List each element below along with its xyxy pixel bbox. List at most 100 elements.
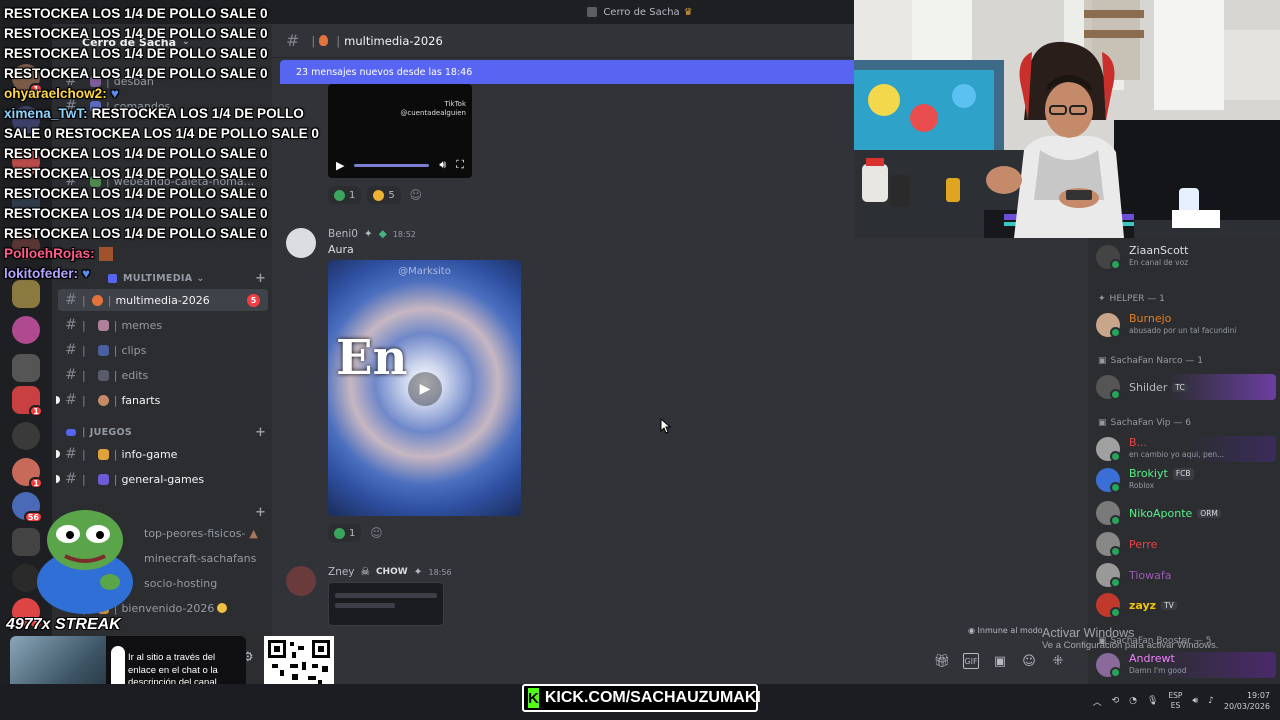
gamepad-icon	[97, 473, 109, 485]
reaction-emoji-icon	[373, 189, 385, 201]
avatar	[1096, 313, 1121, 338]
reaction[interactable]: 1	[328, 186, 362, 204]
gif-icon[interactable]: GIF	[963, 653, 979, 669]
reaction-emoji-icon	[334, 189, 345, 201]
member-item[interactable]: Shilder TC	[1096, 374, 1276, 400]
hash-icon: #	[65, 367, 77, 383]
stream-chat-line: RESTOCKEA LOS 1/4 DE POLLO SALE 0	[4, 26, 268, 41]
add-channel-icon[interactable]: +	[255, 505, 266, 520]
avatar	[1096, 437, 1121, 462]
volume-icon[interactable]: 🔊︎	[1192, 696, 1198, 706]
server-icon	[587, 7, 598, 17]
clock[interactable]: 19:07 20/03/2026	[1224, 690, 1270, 712]
channel-fanarts[interactable]: # | | fanarts	[56, 389, 268, 411]
server-icon[interactable]: 1	[12, 386, 43, 417]
play-icon[interactable]: ▶	[336, 159, 344, 172]
server-icon[interactable]: 1	[12, 458, 43, 489]
member-item[interactable]: NikoAponte ORM	[1096, 500, 1276, 526]
unread-badge: 5	[247, 293, 260, 307]
sticker-icon[interactable]: ▣	[992, 653, 1008, 669]
window-title: Cerro de Sacha	[603, 6, 680, 18]
message-text: Aura	[328, 243, 354, 256]
channel-memes[interactable]: # | | memes	[58, 314, 268, 336]
role-icon: ▣	[1098, 418, 1107, 428]
reaction[interactable]: 1	[328, 524, 362, 542]
volume-icon[interactable]: 🔊︎	[439, 158, 446, 172]
fullscreen-icon[interactable]: ⛶	[456, 158, 464, 172]
category-juegos[interactable]: | JUEGOS +	[62, 424, 266, 440]
webcam-overlay	[854, 0, 1280, 238]
emoji-icon[interactable]: ☺	[1021, 653, 1037, 669]
hash-icon: #	[65, 392, 77, 408]
pepe-emote-icon	[37, 510, 133, 614]
screenshot-embed[interactable]	[328, 582, 444, 626]
system-tray: ︿ ⟲ ◔ 🎙︎ ESP ES 🔊︎ ♪ 19:07 20/03/2026	[1093, 690, 1270, 712]
member-item[interactable]: Burnejo abusado por un tal facundini	[1096, 312, 1276, 338]
microphone-icon[interactable]: 🎙︎	[1147, 696, 1158, 706]
member-item[interactable]: Andrewt Damn I'm good	[1096, 652, 1276, 678]
windows-activation-watermark: Activar Windows Ve a Configuración para …	[1042, 626, 1219, 651]
avatar	[1096, 375, 1121, 400]
author-name[interactable]: Beni0	[328, 228, 358, 240]
poop-icon: ▲	[249, 526, 258, 540]
wifi-icon[interactable]: ◔	[1129, 696, 1137, 706]
channel-edits[interactable]: # | | edits	[58, 364, 268, 386]
shield-icon: ◉	[968, 626, 978, 635]
hash-icon: #	[65, 342, 77, 358]
avatar	[1096, 563, 1121, 588]
play-icon[interactable]: ▶	[408, 372, 442, 406]
reaction[interactable]: 5	[367, 186, 401, 204]
member-item[interactable]: Tiowafa	[1096, 562, 1276, 588]
volume-slider[interactable]	[354, 163, 430, 167]
role-icon: ◆	[378, 228, 387, 240]
author-name[interactable]: Zney	[328, 566, 355, 578]
member-item[interactable]: Brokiyt FCB Roblox	[1096, 467, 1276, 493]
server-icon[interactable]	[12, 316, 40, 344]
skull-icon: ☠	[360, 566, 370, 578]
server-icon[interactable]	[12, 354, 40, 382]
channel-emoji-icon	[97, 319, 109, 331]
speaker-icon[interactable]: ♪	[1208, 696, 1214, 706]
server-icon[interactable]	[12, 422, 40, 450]
chevron-up-icon[interactable]: ︿	[1093, 695, 1102, 708]
badge-icon: ✦	[363, 228, 373, 240]
timestamp: 18:56	[428, 567, 452, 577]
video-embed[interactable]: TikTok @cuentadealguien ▶ 🔊︎ ⛶	[328, 84, 472, 178]
channel-multimedia-2026[interactable]: # | | multimedia-2026 5	[58, 289, 268, 311]
immune-notice: ◉ Inmune al modo	[968, 626, 1043, 635]
member-list: ZiaanScott En canal de voz ✦ HELPER — 1 B…	[1088, 236, 1280, 684]
member-item[interactable]: ZiaanScott En canal de voz	[1096, 244, 1276, 270]
network-icon[interactable]: ⟲	[1112, 696, 1120, 706]
stream-chat-line: lokitofeder: ♥	[4, 266, 91, 281]
add-reaction-icon[interactable]: ☺	[407, 186, 425, 204]
hash-icon: #	[65, 446, 77, 462]
stream-chat-line: RESTOCKEA LOS 1/4 DE POLLO SALE 0	[4, 146, 268, 161]
member-item[interactable]: B... en cambio yo aqui, pen...	[1096, 436, 1276, 462]
hash-icon: #	[65, 471, 77, 487]
gamepad-icon	[66, 428, 76, 436]
channel-general-games[interactable]: # | | general-games	[56, 468, 268, 490]
stream-chat-line: ohyaraelchow2: ♥	[4, 86, 119, 101]
server-icon[interactable]	[12, 280, 40, 308]
stream-chat-overlay: RESTOCKEA LOS 1/4 DE POLLO SALE 0 RESTOC…	[4, 4, 319, 284]
guild-tag: CHOW	[375, 567, 408, 577]
avatar	[1096, 593, 1121, 618]
gift-icon[interactable]: 🎁︎	[934, 653, 951, 669]
avatar[interactable]	[286, 566, 316, 596]
add-channel-icon[interactable]: +	[255, 425, 266, 440]
language-indicator[interactable]: ESP ES	[1168, 691, 1182, 711]
stream-chat-line: RESTOCKEA LOS 1/4 DE POLLO SALE 0	[4, 166, 268, 181]
fire-icon	[319, 35, 329, 46]
image-embed[interactable]: @Marksito En ▶	[328, 260, 521, 516]
stream-chat-line: RESTOCKEA LOS 1/4 DE POLLO SALE 0	[4, 66, 268, 81]
member-item[interactable]: Perre	[1096, 531, 1276, 557]
channel-info-game[interactable]: # | | info-game	[56, 443, 268, 465]
apps-icon[interactable]: ⁜	[1050, 653, 1066, 669]
avatar	[1096, 501, 1121, 526]
add-reaction-icon[interactable]: ☺	[367, 524, 385, 542]
star-icon: ✦	[1098, 294, 1106, 304]
channel-clips[interactable]: # | | clips	[58, 339, 268, 361]
member-item[interactable]: zayz TV	[1096, 592, 1276, 618]
role-icon: ▣	[1098, 356, 1107, 366]
stream-chat-line: RESTOCKEA LOS 1/4 DE POLLO SALE 0	[4, 206, 268, 221]
